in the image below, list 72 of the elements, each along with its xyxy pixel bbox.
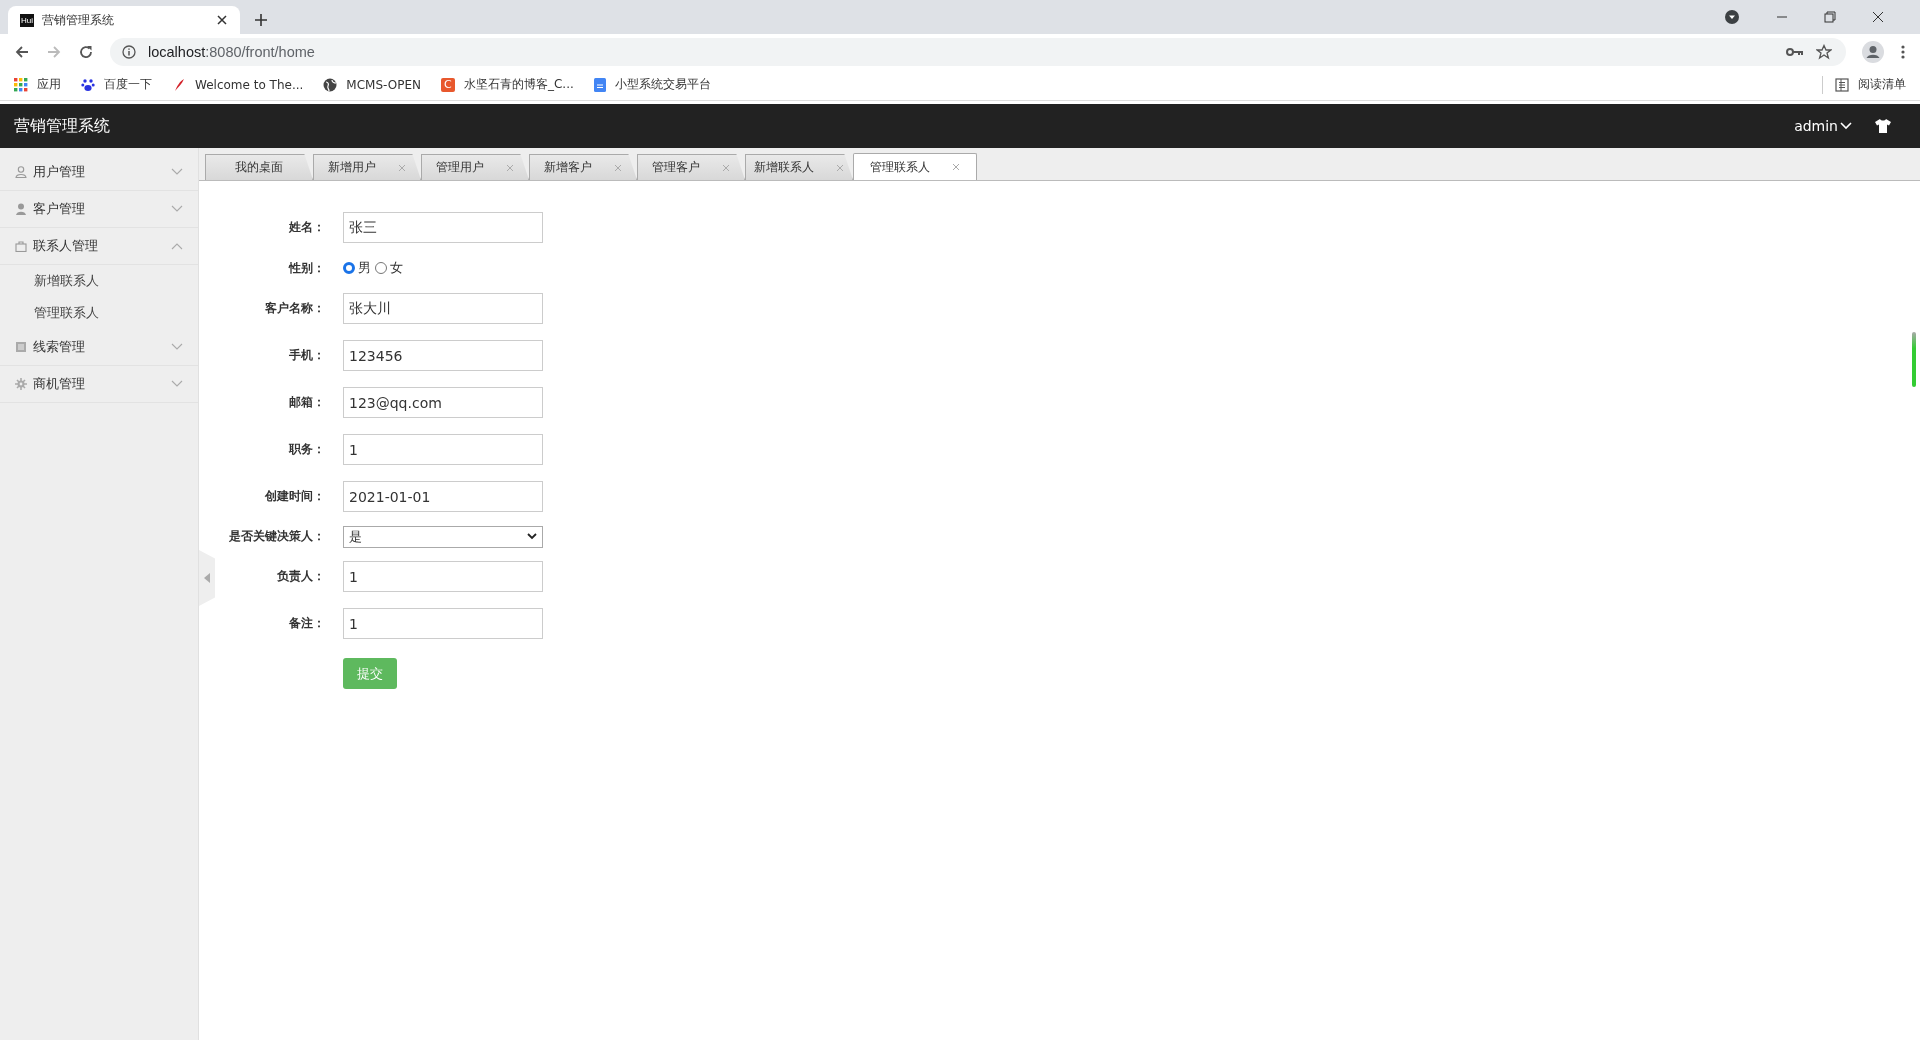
key-icon[interactable] bbox=[1786, 45, 1804, 58]
field-label: 性别： bbox=[289, 259, 325, 277]
page-tab[interactable]: 管理用户 bbox=[421, 154, 529, 180]
chevron-down-icon bbox=[527, 533, 537, 540]
shirt-icon[interactable] bbox=[1874, 118, 1892, 134]
bag-icon bbox=[15, 240, 27, 252]
avatar-icon[interactable] bbox=[1862, 40, 1884, 63]
text-field[interactable]: 123456 bbox=[343, 340, 543, 371]
bookmark[interactable]: 百度一下 bbox=[81, 76, 152, 93]
paw-icon bbox=[81, 77, 95, 92]
info-icon[interactable] bbox=[122, 44, 136, 59]
gear-icon bbox=[15, 378, 27, 390]
star-icon[interactable] bbox=[1816, 43, 1832, 60]
reading-list-icon bbox=[1835, 77, 1849, 92]
scroll-indicator bbox=[1912, 332, 1916, 387]
text-field[interactable]: 1 bbox=[343, 561, 543, 592]
document-icon bbox=[593, 77, 606, 92]
reading-list-button[interactable]: 阅读清单 bbox=[1835, 76, 1906, 93]
reload-icon[interactable] bbox=[78, 43, 94, 60]
close-icon[interactable] bbox=[216, 14, 228, 26]
globe-icon bbox=[323, 77, 338, 92]
browser-tab[interactable]: Hui 营销管理系统 bbox=[8, 6, 240, 34]
radio-option[interactable]: 女 bbox=[375, 259, 403, 277]
text-field[interactable]: 张三 bbox=[343, 212, 543, 243]
page-tab[interactable]: 新增客户 bbox=[529, 154, 637, 180]
field-label: 负责人： bbox=[277, 568, 325, 585]
apps-grid-icon bbox=[14, 77, 28, 92]
site-favicon: Hui bbox=[20, 13, 34, 27]
bookmark[interactable]: 小型系统交易平台 bbox=[593, 76, 711, 93]
field-label: 手机： bbox=[289, 347, 325, 364]
url-text: localhost:8080/front/home bbox=[148, 43, 315, 60]
page-tab[interactable]: 管理联系人 bbox=[853, 153, 977, 180]
bookmark[interactable]: Welcome to The... bbox=[172, 77, 304, 92]
chevron-down-icon bbox=[1840, 122, 1852, 130]
field-label: 创建时间： bbox=[265, 488, 325, 505]
text-field[interactable]: 123@qq.com bbox=[343, 387, 543, 418]
new-tab-icon[interactable] bbox=[254, 13, 268, 27]
back-icon[interactable] bbox=[14, 43, 30, 60]
user-icon bbox=[15, 203, 27, 215]
user-menu[interactable]: admin bbox=[1794, 118, 1852, 134]
bookmark[interactable]: C 水坚石青的博客_C... bbox=[440, 76, 574, 93]
caret-left-icon bbox=[204, 573, 210, 583]
bookmark-logo: C bbox=[440, 77, 455, 92]
field-label: 姓名： bbox=[289, 219, 325, 236]
profile-menu-icon[interactable] bbox=[1724, 9, 1740, 25]
page-tab[interactable]: 管理客户 bbox=[637, 154, 745, 180]
bookmark[interactable]: 应用 bbox=[14, 76, 61, 93]
menu-icon[interactable] bbox=[1900, 43, 1906, 60]
field-label: 备注： bbox=[289, 615, 325, 632]
page-tab[interactable]: 我的桌面 bbox=[205, 154, 313, 180]
radio-option[interactable]: 男 bbox=[343, 259, 371, 277]
user-icon bbox=[15, 166, 27, 178]
text-field[interactable]: 2021-01-01 bbox=[343, 481, 543, 512]
address-bar[interactable]: localhost:8080/front/home bbox=[110, 37, 1846, 66]
field-label: 是否关键决策人： bbox=[229, 528, 325, 545]
list-icon bbox=[15, 341, 27, 353]
restore-icon[interactable] bbox=[1824, 11, 1836, 23]
page-tab[interactable]: 新增联系人 bbox=[745, 154, 853, 180]
page-tab[interactable]: 新增用户 bbox=[313, 154, 421, 180]
radio-button[interactable] bbox=[343, 262, 355, 274]
text-field[interactable]: 1 bbox=[343, 434, 543, 465]
field-label: 客户名称： bbox=[265, 300, 325, 317]
app-title: 营销管理系统 bbox=[14, 115, 110, 137]
text-field[interactable]: 1 bbox=[343, 608, 543, 639]
select-field[interactable]: 是 bbox=[343, 525, 543, 548]
radio-button[interactable] bbox=[375, 262, 387, 274]
tab-title: 营销管理系统 bbox=[42, 11, 115, 29]
bookmark[interactable]: MCMS-OPEN bbox=[323, 77, 421, 92]
field-label: 邮箱： bbox=[289, 394, 325, 411]
field-label: 职务： bbox=[289, 441, 325, 458]
close-icon[interactable] bbox=[1872, 11, 1884, 23]
text-field[interactable]: 张大川 bbox=[343, 293, 543, 324]
